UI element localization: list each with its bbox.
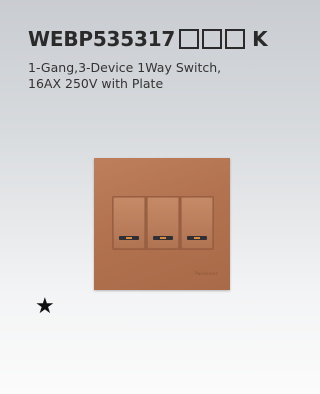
indicator-light-icon xyxy=(153,236,173,240)
title-row: WEBP535317 K xyxy=(28,26,268,52)
placeholder-box xyxy=(202,29,223,49)
indicator-light-icon xyxy=(119,236,139,240)
product-description: 1-Gang,3-Device 1Way Switch, 16AX 250V w… xyxy=(28,60,288,92)
rocker-frame xyxy=(112,196,214,250)
product-card: WEBP535317 K 1-Gang,3-Device 1Way Switch… xyxy=(8,0,302,394)
placeholder-box xyxy=(225,29,246,49)
color-code-placeholder xyxy=(179,29,248,49)
switch-plate-image: Panasonic xyxy=(94,158,230,290)
model-suffix: K xyxy=(252,27,268,51)
model-number: WEBP535317 xyxy=(28,27,176,51)
indicator-light-icon xyxy=(187,236,207,240)
rocker-switch-1 xyxy=(113,197,145,249)
brand-logo: Panasonic xyxy=(195,271,218,276)
star-icon: ★ xyxy=(35,294,55,319)
rocker-switch-2 xyxy=(147,197,179,249)
description-line-1: 1-Gang,3-Device 1Way Switch, xyxy=(28,60,222,75)
rocker-switch-3 xyxy=(181,197,213,249)
description-line-2: 16AX 250V with Plate xyxy=(28,76,164,91)
placeholder-box xyxy=(179,29,200,49)
